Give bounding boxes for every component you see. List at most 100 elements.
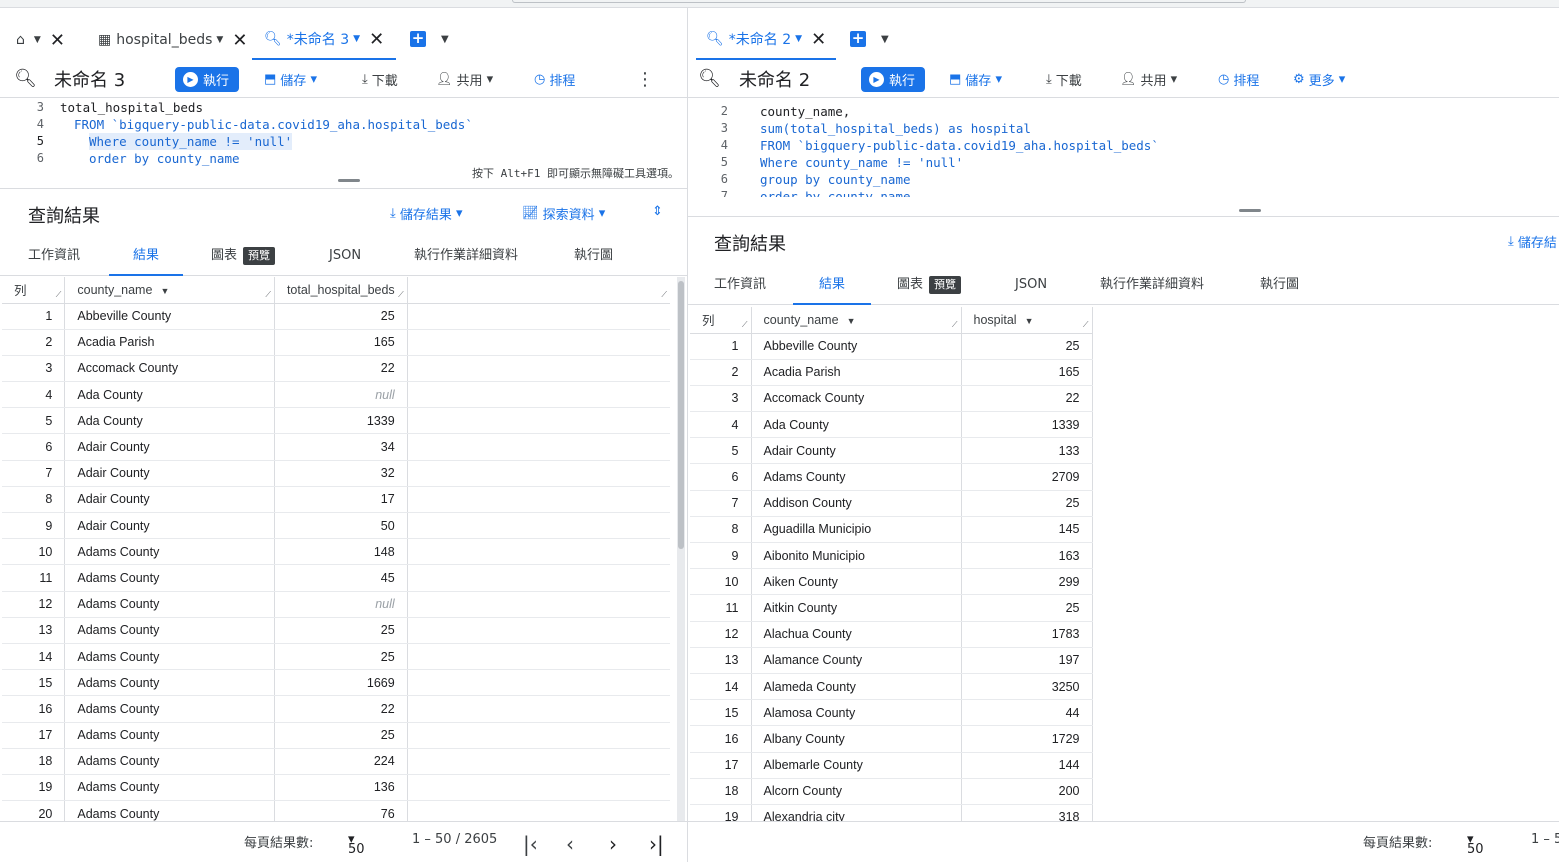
value-cell[interactable]: 50 [274, 512, 408, 540]
tab-menu-chevron-icon[interactable]: ▼ [441, 34, 449, 45]
tab-untitled-3[interactable]: 🔍︎ *未命名 3 ▼ ✕ [252, 20, 397, 60]
table-row[interactable]: 16 Adams County 22 [2, 695, 670, 723]
left-vertical-scrollbar[interactable] [677, 277, 685, 821]
table-row[interactable]: 15 Adams County 1669 [2, 669, 670, 697]
add-tab-button[interactable]: + [410, 31, 426, 47]
value-cell[interactable]: 197 [961, 647, 1093, 674]
close-icon[interactable]: ✕ [50, 30, 65, 51]
row-number-cell[interactable]: 1 [2, 303, 66, 330]
sort-arrow-icon[interactable]: ▼ [160, 286, 169, 296]
tab-menu-chevron-icon[interactable]: ▼ [881, 34, 889, 45]
county-name-cell[interactable]: Aiken County [751, 568, 962, 596]
value-cell[interactable]: 25 [274, 643, 408, 671]
row-number-cell[interactable]: 19 [690, 804, 752, 821]
row-number-cell[interactable]: 13 [690, 647, 752, 674]
more-vert-icon[interactable]: ⋮ [636, 60, 654, 98]
table-row[interactable]: 11 Adams County 45 [2, 564, 670, 592]
schedule-button[interactable]: ◷ 排程 [1218, 60, 1259, 98]
row-number-cell[interactable]: 13 [2, 617, 66, 644]
table-row[interactable]: 13 Alamance County 197 [690, 647, 1559, 674]
value-cell[interactable]: 1669 [274, 669, 408, 697]
tab-execution-graph[interactable]: 執行圖 [1260, 265, 1299, 305]
row-number-cell[interactable]: 3 [690, 385, 752, 413]
table-row[interactable]: 14 Alameda County 3250 [690, 673, 1559, 701]
value-cell[interactable]: 163 [961, 542, 1093, 570]
row-number-cell[interactable]: 15 [690, 699, 752, 727]
value-cell[interactable]: null [274, 381, 408, 409]
table-row[interactable]: 6 Adair County 34 [2, 433, 670, 461]
table-row[interactable]: 20 Adams County 76 [2, 800, 670, 821]
value-cell[interactable]: 2709 [961, 463, 1093, 491]
county-name-cell[interactable]: Albany County [751, 725, 962, 753]
value-cell[interactable]: 1783 [961, 621, 1093, 648]
county-name-cell[interactable]: Aibonito Municipio [751, 542, 962, 570]
table-row[interactable]: 19 Alexandria city 318 [690, 804, 1559, 821]
save-results-button[interactable]: ⤓ 儲存結 [1508, 232, 1557, 251]
chevron-down-icon[interactable]: ▼ [795, 34, 802, 44]
county-name-cell[interactable]: Addison County [751, 490, 962, 517]
row-number-cell[interactable]: 9 [2, 512, 66, 540]
value-cell[interactable]: 17 [274, 486, 408, 514]
row-number-cell[interactable]: 4 [690, 411, 752, 439]
resize-handle[interactable] [338, 179, 360, 182]
resize-icon[interactable]: ⟋ [56, 290, 62, 300]
more-button[interactable]: ⚙ 更多 ▾ [1293, 60, 1345, 98]
download-button[interactable]: ⤓ 下載 [362, 60, 398, 98]
value-cell[interactable]: 165 [274, 329, 408, 356]
county-name-cell[interactable]: Adair County [64, 460, 275, 487]
tab-execution-details[interactable]: 執行作業詳細資料 [1100, 265, 1204, 305]
previous-page-icon[interactable]: ‹ [566, 832, 574, 856]
schedule-button[interactable]: ◷ 排程 [534, 60, 575, 98]
tab-untitled-2[interactable]: 🔍︎ *未命名 2 ▼ ✕ [696, 20, 837, 60]
value-cell[interactable]: 145 [961, 516, 1093, 544]
county-name-cell[interactable]: Adams County [64, 722, 275, 749]
row-number-cell[interactable]: 3 [2, 355, 66, 383]
county-name-cell[interactable]: Alcorn County [751, 778, 962, 805]
row-number-cell[interactable]: 5 [2, 407, 66, 435]
county-name-cell[interactable]: Abbeville County [64, 303, 275, 330]
resize-icon[interactable]: ⟋ [265, 290, 271, 300]
left-code-editor[interactable]: 3 total_hospital_beds 4 FROM `bigquery-pub… [0, 99, 687, 179]
tab-results[interactable]: 結果 [793, 265, 872, 305]
row-number-cell[interactable]: 6 [690, 463, 752, 491]
sort-arrow-icon[interactable]: ▼ [847, 316, 856, 326]
county-name-cell[interactable]: Adams County [751, 463, 962, 491]
tab-job-info[interactable]: 工作資訊 [28, 236, 80, 276]
row-number-cell[interactable]: 2 [2, 329, 66, 356]
next-page-icon[interactable]: › [609, 832, 617, 856]
table-row[interactable]: 16 Albany County 1729 [690, 725, 1559, 753]
table-row[interactable]: 15 Alamosa County 44 [690, 699, 1559, 727]
county-name-cell[interactable]: Ada County [751, 411, 962, 439]
value-cell[interactable]: 25 [961, 490, 1093, 517]
row-number-cell[interactable]: 15 [2, 669, 66, 697]
table-row[interactable]: 2 Acadia Parish 165 [690, 359, 1559, 386]
value-cell[interactable]: 133 [961, 437, 1093, 465]
row-number-cell[interactable]: 17 [690, 752, 752, 779]
table-row[interactable]: 6 Adams County 2709 [690, 463, 1559, 491]
table-row[interactable]: 10 Adams County 148 [2, 538, 670, 566]
value-cell[interactable]: 1339 [961, 411, 1093, 439]
row-number-cell[interactable]: 18 [2, 748, 66, 775]
value-cell[interactable]: 200 [961, 778, 1093, 805]
table-row[interactable]: 5 Ada County 1339 [2, 407, 670, 435]
row-number-cell[interactable]: 18 [690, 778, 752, 805]
value-cell[interactable]: 318 [961, 804, 1093, 821]
county-name-cell[interactable]: Alamance County [751, 647, 962, 674]
value-cell[interactable]: 1339 [274, 407, 408, 435]
column-header-total-hospital-beds[interactable]: total_hospital_beds ⟋ [274, 277, 408, 304]
row-number-cell[interactable]: 14 [2, 643, 66, 671]
county-name-cell[interactable]: Alachua County [751, 621, 962, 648]
value-cell[interactable]: 22 [274, 355, 408, 383]
value-cell[interactable]: 22 [961, 385, 1093, 413]
value-cell[interactable]: 1729 [961, 725, 1093, 753]
table-row[interactable]: 12 Adams County null [2, 591, 670, 618]
county-name-cell[interactable]: Adair County [751, 437, 962, 465]
county-name-cell[interactable]: Adams County [64, 617, 275, 644]
county-name-cell[interactable]: Adams County [64, 695, 275, 723]
share-button[interactable]: 👤︎ 共用 ▾ [436, 60, 493, 98]
value-cell[interactable]: 299 [961, 568, 1093, 596]
value-cell[interactable]: 148 [274, 538, 408, 566]
value-cell[interactable]: 25 [961, 594, 1093, 622]
resize-icon[interactable]: ⟋ [398, 290, 404, 300]
tab-job-info[interactable]: 工作資訊 [714, 265, 766, 305]
